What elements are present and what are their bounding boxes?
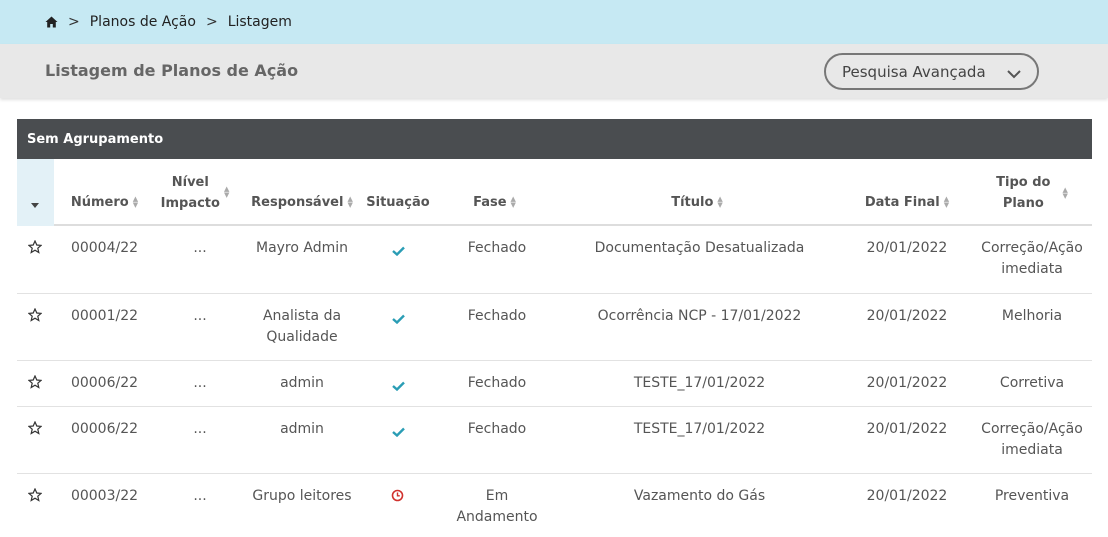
- expand-all-toggle[interactable]: [17, 159, 54, 226]
- cell-nivel: ...: [193, 240, 207, 256]
- column-data-final[interactable]: Data Final ▲ ▼: [847, 159, 967, 226]
- table-row[interactable]: 00001/22 ... Analista da Qualidade Fechad…: [17, 294, 1092, 361]
- check-icon: [392, 379, 405, 395]
- column-plano-label: Plano: [1002, 195, 1044, 211]
- column-titulo-label: Título: [671, 194, 714, 210]
- cell-fase: Fechado: [467, 375, 527, 391]
- column-tipo-label: Tipo do: [996, 174, 1051, 190]
- cell-titulo: TESTE_17/01/2022: [633, 421, 766, 437]
- column-data-final-label: Data Final: [864, 194, 940, 210]
- group-header: Sem Agrupamento: [17, 119, 1092, 159]
- cell-numero: 00006/22: [70, 421, 139, 437]
- cell-nivel: ...: [193, 488, 207, 504]
- cell-titulo: TESTE_17/01/2022: [633, 375, 766, 391]
- caret-down-icon: [31, 203, 39, 208]
- clock-icon: [391, 489, 404, 506]
- table-row[interactable]: 00006/22 ... admin Fechado TESTE_17/01/2…: [17, 361, 1092, 407]
- column-numero[interactable]: Número ▲ ▼: [57, 159, 152, 226]
- column-titulo[interactable]: Título ▲ ▼: [577, 159, 817, 226]
- advanced-search-label: Pesquisa Avançada: [842, 62, 986, 81]
- cell-data-final: 20/01/2022: [866, 488, 948, 504]
- sort-icon: ▲ ▼: [510, 195, 516, 209]
- cell-responsavel: admin: [280, 421, 324, 437]
- table-header: Número ▲ ▼ Nível Impacto ▲ ▼ Responsável ▲…: [17, 159, 1092, 226]
- column-situacao[interactable]: Situação: [362, 159, 434, 226]
- star-icon[interactable]: [27, 487, 43, 506]
- page-header: Listagem de Planos de Ação Pesquisa Avan…: [0, 44, 1108, 98]
- check-icon: [392, 244, 405, 260]
- star-icon[interactable]: [27, 420, 43, 439]
- column-numero-label: Número: [70, 194, 129, 210]
- cell-data-final: 20/01/2022: [866, 240, 948, 256]
- sort-icon: ▲ ▼: [1062, 185, 1068, 200]
- cell-responsavel: Mayro Admin: [255, 240, 349, 256]
- column-nivel-label: Nível: [171, 174, 209, 190]
- column-responsavel[interactable]: Responsável ▲ ▼: [242, 159, 362, 226]
- cell-data-final: 20/01/2022: [866, 308, 948, 324]
- cell-responsavel: Grupo leitores: [252, 488, 352, 504]
- check-icon: [392, 425, 405, 441]
- star-icon[interactable]: [27, 307, 43, 326]
- sort-icon: ▲ ▼: [132, 195, 139, 209]
- advanced-search-button[interactable]: Pesquisa Avançada: [824, 53, 1039, 90]
- cell-titulo: Documentação Desatualizada: [594, 240, 805, 256]
- cell-fase: Fechado: [467, 421, 527, 437]
- cell-responsavel: Analista da Qualidade: [262, 308, 342, 345]
- cell-fase: Fechado: [467, 308, 527, 324]
- cell-tipo: Correção/Ação imediata: [981, 421, 1083, 458]
- sort-icon: ▲ ▼: [347, 195, 353, 209]
- column-fase[interactable]: Fase ▲ ▼: [447, 159, 542, 226]
- cell-numero: 00004/22: [70, 240, 139, 256]
- group-label: Sem Agrupamento: [27, 131, 164, 147]
- chevron-down-icon: [1007, 65, 1021, 83]
- star-icon[interactable]: [27, 374, 43, 393]
- breadcrumb: > Planos de Ação > Listagem: [0, 0, 1108, 44]
- cell-numero: 00006/22: [70, 375, 139, 391]
- page-title: Listagem de Planos de Ação: [45, 61, 299, 80]
- cell-nivel: ...: [193, 308, 207, 324]
- cell-tipo: Corretiva: [999, 375, 1065, 391]
- table-row[interactable]: 00004/22 ... Mayro Admin Fechado Documen…: [17, 226, 1092, 294]
- cell-numero: 00003/22: [70, 488, 139, 504]
- cell-fase: Fechado: [467, 240, 527, 256]
- breadcrumb-separator: >: [68, 14, 80, 30]
- column-impacto-label: Impacto: [160, 195, 220, 211]
- cell-titulo: Ocorrência NCP - 17/01/2022: [597, 308, 802, 324]
- table-row[interactable]: 00003/22 ... Grupo leitores Em Andamento …: [17, 474, 1092, 537]
- breadcrumb-item-listagem: Listagem: [227, 14, 292, 30]
- table-row[interactable]: 00006/22 ... admin Fechado TESTE_17/01/2…: [17, 407, 1092, 474]
- sort-icon: ▲ ▼: [943, 195, 950, 209]
- column-situacao-label: Situação: [366, 194, 430, 210]
- check-icon: [392, 312, 405, 328]
- breadcrumb-separator: >: [205, 14, 218, 30]
- cell-nivel: ...: [193, 421, 207, 437]
- column-tipo-plano[interactable]: Tipo do Plano ▲ ▼: [977, 159, 1087, 226]
- cell-tipo: Preventiva: [994, 488, 1070, 504]
- cell-tipo: Correção/Ação imediata: [981, 240, 1083, 277]
- cell-fase: Em Andamento: [456, 488, 538, 525]
- cell-titulo: Vazamento do Gás: [633, 488, 766, 504]
- cell-responsavel: admin: [280, 375, 324, 391]
- breadcrumb-item-planos[interactable]: Planos de Ação: [90, 14, 196, 30]
- home-icon[interactable]: [45, 16, 58, 28]
- column-nivel-impacto[interactable]: Nível Impacto ▲ ▼: [155, 159, 235, 226]
- cell-numero: 00001/22: [70, 308, 139, 324]
- column-fase-label: Fase: [473, 194, 507, 210]
- sort-icon: ▲ ▼: [223, 184, 230, 199]
- column-responsavel-label: Responsável: [251, 194, 344, 210]
- cell-data-final: 20/01/2022: [866, 375, 948, 391]
- sort-icon: ▲ ▼: [717, 195, 723, 209]
- cell-nivel: ...: [193, 375, 207, 391]
- cell-data-final: 20/01/2022: [866, 421, 948, 437]
- cell-tipo: Melhoria: [1001, 308, 1063, 324]
- star-icon[interactable]: [27, 239, 43, 258]
